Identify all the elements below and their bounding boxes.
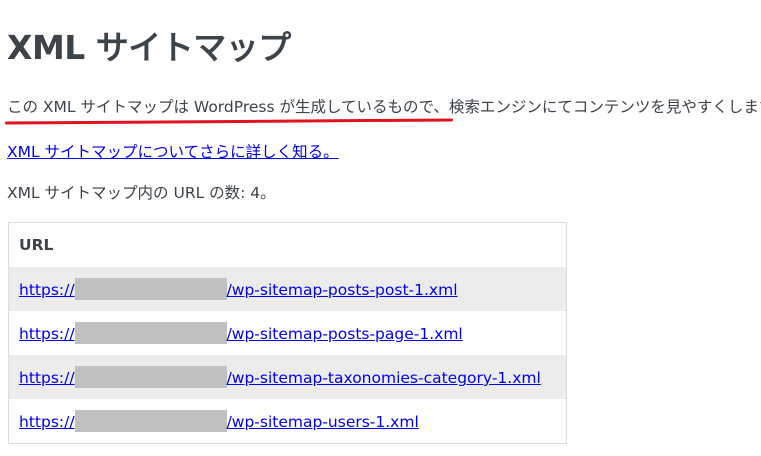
url-scheme: https:// [19,413,75,431]
learn-more-link[interactable]: XML サイトマップについてさらに詳しく知る。 [7,143,339,161]
url-cell: https:// /wp-sitemap-users-1.xml [8,399,567,444]
sitemap-link-pages[interactable]: https:// /wp-sitemap-posts-page-1.xml [19,322,463,344]
url-scheme: https:// [19,281,75,299]
url-path: /wp-sitemap-taxonomies-category-1.xml [226,369,541,387]
page-title: XML サイトマップ [7,28,291,67]
highlighted-text: この XML サイトマップは WordPress が生成しているもので、 [7,98,449,116]
learn-more-paragraph: XML サイトマップについてさらに詳しく知る。 [7,141,339,163]
url-path: /wp-sitemap-users-1.xml [226,413,419,431]
url-scheme: https:// [19,369,75,387]
red-underline-annotation [4,118,453,125]
url-path: /wp-sitemap-posts-page-1.xml [226,325,463,343]
sitemap-link-posts[interactable]: https:// /wp-sitemap-posts-post-1.xml [19,278,458,300]
redacted-domain [74,278,227,300]
url-cell: https:// /wp-sitemap-taxonomies-category-… [8,355,567,399]
description-rest: 検索エンジンにてコンテンツを見やすくします。 [448,98,761,116]
table-header-row: URL [9,223,567,268]
redacted-domain [74,322,227,344]
table-row: https:// /wp-sitemap-users-1.xml [8,399,567,444]
sitemap-link-users[interactable]: https:// /wp-sitemap-users-1.xml [19,410,419,432]
table-row: https:// /wp-sitemap-posts-post-1.xml [8,267,567,311]
highlighted-sentence: この XML サイトマップは WordPress が生成しているもので、 [4,96,453,125]
table-row: https:// /wp-sitemap-taxonomies-category-… [8,355,567,399]
table-row: https:// /wp-sitemap-posts-page-1.xml [8,311,567,355]
url-scheme: https:// [19,325,75,343]
sitemap-description: この XML サイトマップは WordPress が生成しているもので、 検索エン… [4,96,761,125]
redacted-domain [74,410,227,432]
redacted-domain [74,366,227,388]
url-count: XML サイトマップ内の URL の数: 4。 [7,184,276,202]
sitemap-table: URL https:// /wp-sitemap-posts-post-1.xml… [8,222,567,444]
url-path: /wp-sitemap-posts-post-1.xml [226,281,458,299]
url-cell: https:// /wp-sitemap-posts-post-1.xml [8,267,567,311]
url-cell: https:// /wp-sitemap-posts-page-1.xml [8,311,567,355]
sitemap-link-categories[interactable]: https:// /wp-sitemap-taxonomies-category-… [19,366,541,388]
url-column-header: URL [19,236,54,254]
